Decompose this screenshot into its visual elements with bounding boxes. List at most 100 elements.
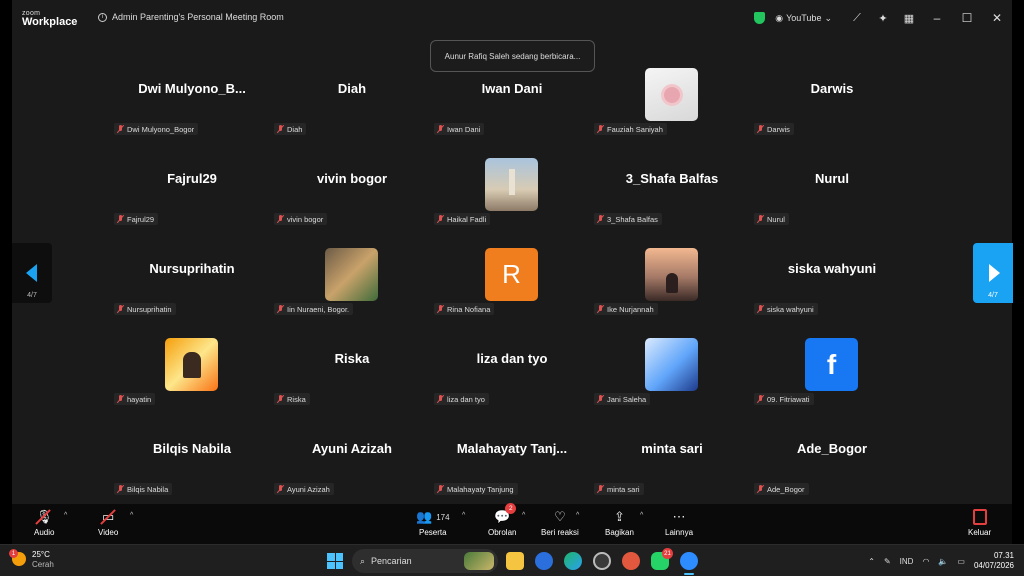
participant-name-label: Darwis (754, 123, 794, 135)
participant-tile[interactable]: Iin Nuraeni, Bogor. (272, 246, 432, 336)
mic-muted-icon (117, 215, 124, 223)
participant-name: 3_Shafa Balfas (607, 214, 658, 224)
audio-options-caret[interactable]: ^ (64, 512, 67, 519)
participant-tile[interactable]: Fauziah Saniyah (592, 66, 752, 156)
participant-tile[interactable]: Nursuprihatin Nursuprihatin (112, 246, 272, 336)
search-icon: ⌕ (360, 555, 366, 566)
speaking-toast: Aunur Rafiq Saleh sedang berbicara... (430, 40, 595, 72)
zoom-app-icon[interactable] (535, 552, 553, 570)
participant-tile[interactable]: Fajrul29 Fajrul29 (112, 156, 272, 246)
video-button[interactable]: ▭ Video (98, 508, 118, 542)
page-indicator: 4/7 (27, 292, 37, 299)
clock[interactable]: 07.31 04/07/2026 (974, 551, 1014, 571)
participant-tile[interactable]: Riska Riska (272, 336, 432, 426)
participant-tile[interactable]: Nurul Nurul (752, 156, 912, 246)
meeting-info[interactable]: i Admin Parenting's Personal Meeting Roo… (98, 12, 284, 22)
chevron-up-icon[interactable]: ⌃ (868, 557, 875, 566)
leave-icon (972, 509, 987, 525)
participant-tile[interactable]: liza dan tyo liza dan tyo (432, 336, 592, 426)
participant-name: Haikal Fadli (447, 214, 487, 224)
participant-display-name: Riska (334, 351, 370, 366)
participant-tile[interactable]: Ike Nurjannah (592, 246, 752, 336)
participant-tile[interactable]: f 09. Fitriawati (752, 336, 912, 426)
wifi-icon[interactable]: ◠ (922, 557, 929, 566)
close-button[interactable]: ✕ (982, 11, 1012, 25)
participant-name: Diah (287, 124, 303, 134)
zoom-workplace-taskbar-icon[interactable] (680, 552, 698, 575)
firefox-icon[interactable] (622, 552, 640, 570)
participant-tile[interactable]: vivin bogor vivin bogor (272, 156, 432, 246)
title-bar: zoom Workplace i Admin Parenting's Perso… (12, 0, 1012, 36)
participant-tile[interactable]: Iwan Dani Iwan Dani (432, 66, 592, 156)
participant-name-label: Nurul (754, 213, 789, 225)
leave-button[interactable]: Keluar (968, 508, 991, 542)
grid-icon[interactable]: ▦ (896, 12, 922, 25)
participant-avatar (645, 68, 698, 121)
info-icon[interactable]: i (98, 12, 107, 22)
participant-tile[interactable]: 3_Shafa Balfas 3_Shafa Balfas (592, 156, 752, 246)
battery-icon[interactable]: ▭ (957, 557, 965, 566)
chrome-browser-icon[interactable] (593, 552, 611, 570)
participant-tile[interactable]: siska wahyuni siska wahyuni (752, 246, 912, 336)
audio-button[interactable]: 🎙 Audio (34, 508, 54, 542)
participant-name-label: Ayuni Azizah (274, 483, 334, 495)
youtube-stream-button[interactable]: ◉ YouTube ⌄ (775, 13, 832, 24)
participant-tile[interactable]: Jani Saleha (592, 336, 752, 426)
volume-icon[interactable]: 🔈 (938, 557, 948, 566)
chat-button[interactable]: 💬 2 Obrolan (488, 503, 517, 542)
participant-name-label: 3_Shafa Balfas (594, 213, 662, 225)
search-placeholder: Pencarian (371, 556, 412, 566)
participants-count: 174 (436, 512, 450, 522)
mic-muted-icon (757, 215, 764, 223)
participant-name-label: vivin bogor (274, 213, 328, 225)
chat-label: Obrolan (488, 528, 517, 537)
mic-muted-icon (597, 395, 604, 403)
chat-badge: 2 (505, 503, 517, 514)
participant-tile[interactable]: Diah Diah (272, 66, 432, 156)
participant-name: Fauziah Saniyah (607, 124, 663, 134)
participant-name: siska wahyuni (767, 304, 814, 314)
maximize-button[interactable]: ☐ (952, 11, 982, 25)
weather-widget[interactable]: 1 25°C Cerah (9, 549, 54, 569)
share-button[interactable]: ⇪ Bagikan (605, 508, 634, 542)
taskbar-search[interactable]: ⌕ Pencarian (352, 549, 498, 573)
participant-name-label: siska wahyuni (754, 303, 818, 315)
reactions-options-caret[interactable]: ^ (576, 512, 579, 519)
more-button[interactable]: ⋯ Lainnya (665, 508, 693, 542)
participant-display-name: 3_Shafa Balfas (625, 171, 719, 186)
video-options-caret[interactable]: ^ (130, 512, 133, 519)
clock-time: 07.31 (993, 551, 1014, 560)
mic-muted-icon (277, 215, 284, 223)
share-options-caret[interactable]: ^ (640, 512, 643, 519)
sparkle-icon[interactable]: ✦ (870, 12, 896, 25)
participant-name: Ade_Bogor (767, 484, 805, 494)
participant-tile[interactable]: Dwi Mulyono_B... Dwi Mulyono_Bogor (112, 66, 272, 156)
shield-icon[interactable] (754, 12, 766, 24)
participant-tile[interactable]: Haikal Fadli (432, 156, 592, 246)
next-page-button[interactable]: 4/7 (973, 243, 1013, 303)
heart-icon: ♡ (554, 509, 566, 524)
participant-tile[interactable]: Ayuni Azizah Ayuni Azizah (272, 426, 432, 516)
participant-avatar (165, 338, 218, 391)
prev-page-button[interactable]: 4/7 (12, 243, 52, 303)
participant-display-name: vivin bogor (316, 171, 388, 186)
whatsapp-icon[interactable]: 21 (651, 548, 673, 570)
participant-tile[interactable]: Ade_Bogor Ade_Bogor (752, 426, 912, 516)
minimize-button[interactable]: – (922, 11, 952, 25)
edge-browser-icon[interactable] (564, 552, 582, 570)
mic-muted-icon (277, 395, 284, 403)
pen-icon[interactable]: ✎ (884, 557, 891, 566)
file-explorer-icon[interactable] (506, 552, 524, 570)
participant-tile[interactable]: minta sari minta sari (592, 426, 752, 516)
participants-options-caret[interactable]: ^ (462, 512, 465, 519)
participant-tile[interactable]: hayatin (112, 336, 272, 426)
chat-options-caret[interactable]: ^ (522, 512, 525, 519)
language-indicator[interactable]: IND (900, 557, 914, 566)
magic-wand-icon[interactable]: ⟋ (844, 12, 870, 25)
reactions-button[interactable]: ♡ Beri reaksi (541, 508, 579, 542)
start-button[interactable] (327, 553, 343, 569)
participant-tile[interactable]: Darwis Darwis (752, 66, 912, 156)
participants-button[interactable]: 👥 174 Peserta (416, 508, 450, 542)
participant-tile[interactable]: R Rina Nofiana (432, 246, 592, 336)
participant-tile[interactable]: Bilqis Nabila Bilqis Nabila (112, 426, 272, 516)
